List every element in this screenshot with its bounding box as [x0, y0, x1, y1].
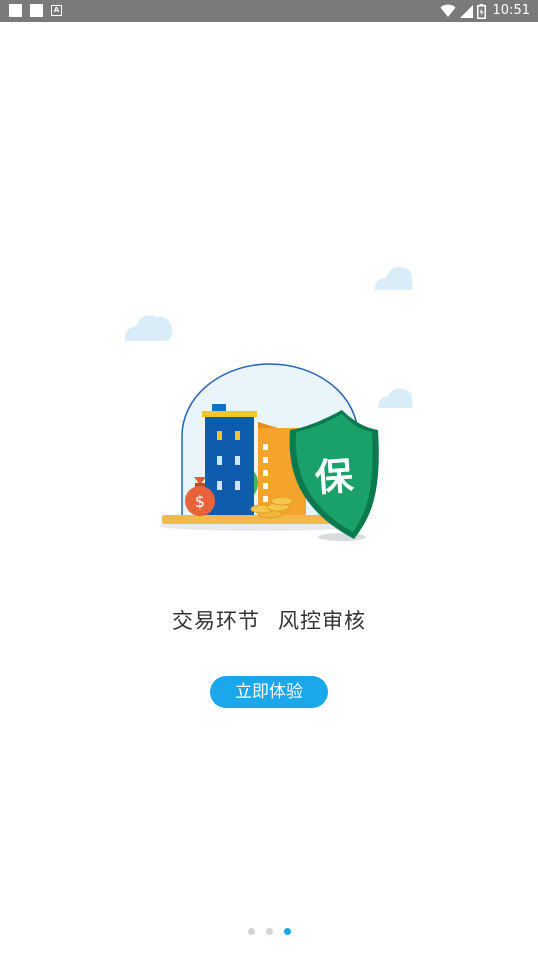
cloud-icon [374, 266, 412, 290]
app-a-icon: A [51, 5, 62, 16]
page-indicator [0, 928, 538, 935]
status-left-icons: A [9, 4, 62, 17]
page-dot-2[interactable] [265, 928, 273, 935]
status-right-icons: 10:51 [440, 2, 530, 20]
cloud-icon [378, 388, 412, 408]
svg-text:$: $ [195, 492, 205, 511]
slogan-part-trade: 交易环节 [172, 609, 260, 633]
notification-square-icon [9, 4, 22, 17]
status-time: 10:51 [492, 3, 530, 18]
slogan: 交易环节 风控审核 [0, 605, 538, 635]
wifi-icon [440, 4, 456, 17]
page-dot-1[interactable] [247, 928, 255, 935]
page-dot-3-active[interactable] [283, 928, 291, 935]
battery-icon [476, 3, 486, 19]
shield-label: 保 [314, 454, 356, 501]
notification-square-icon [30, 4, 43, 17]
cloud-icon [124, 315, 173, 341]
security-illustration: $ 保 [124, 266, 412, 541]
start-experience-button[interactable]: 立即体验 [210, 676, 328, 708]
status-bar: A 10:51 [0, 0, 538, 22]
base-platform [162, 515, 330, 524]
signal-icon [459, 4, 473, 18]
slogan-part-risk-control: 风控审核 [278, 609, 366, 633]
